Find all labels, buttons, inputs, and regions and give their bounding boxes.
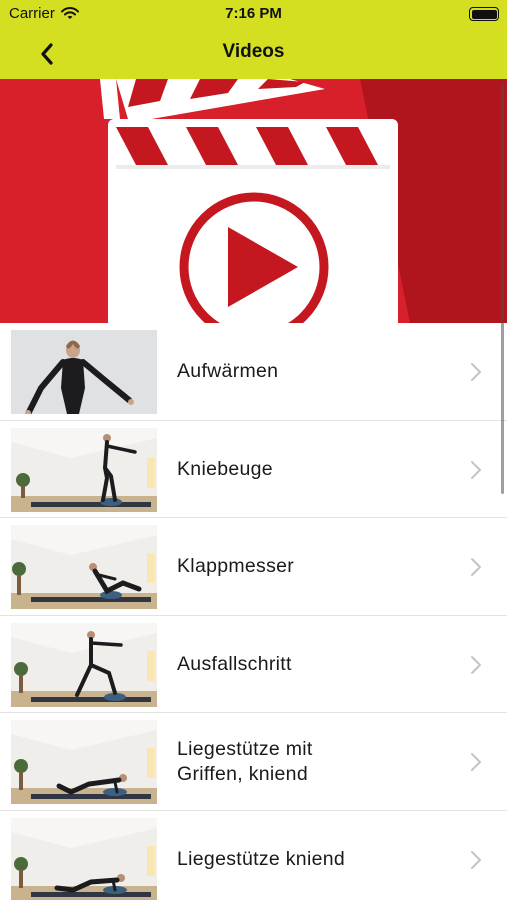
battery-icon: [469, 7, 499, 21]
status-bar: Carrier 7:16 PM: [0, 0, 507, 28]
hero-banner: [0, 79, 507, 323]
warm-up-thumbnail: [11, 330, 157, 414]
page-title: Videos: [222, 41, 285, 62]
status-time: 7:16 PM: [225, 5, 282, 22]
chevron-right-icon: [471, 850, 481, 869]
lunge-thumbnail: [11, 622, 157, 707]
chevron-right-icon: [471, 655, 481, 674]
chevron-right-icon: [471, 363, 481, 381]
list-item-label: Ausfallschritt: [177, 652, 292, 675]
video-list: Aufwärmen Kniebeuge Klappmesser Ausfalls…: [0, 323, 507, 900]
list-item[interactable]: Ausfallschritt: [0, 615, 507, 713]
list-item[interactable]: Aufwärmen: [0, 323, 507, 421]
nav-bar: Videos: [0, 28, 507, 79]
squat-thumbnail: [11, 427, 157, 512]
clapperboard-icon: [0, 79, 507, 323]
list-item[interactable]: Liegestütze mit Griffen, kniend: [0, 713, 507, 811]
pushup-grips-thumbnail: [11, 720, 157, 804]
top-bar: Carrier 7:16 PM Videos: [0, 0, 507, 79]
chevron-right-icon: [471, 460, 481, 479]
list-item-label: Liegestütze kniend: [177, 847, 346, 870]
jackknife-thumbnail: [11, 525, 157, 609]
chevron-right-icon: [471, 753, 481, 771]
list-item-label: Klappmesser: [177, 555, 295, 578]
list-item[interactable]: Klappmesser: [0, 518, 507, 616]
scrollbar[interactable]: [501, 84, 504, 494]
list-item-label: Kniebeuge: [177, 457, 273, 480]
chevron-right-icon: [471, 558, 481, 576]
battery-level: [471, 9, 497, 19]
list-item-label: Liegestütze mit Griffen, kniend: [177, 737, 313, 785]
list-item-label: Aufwärmen: [177, 360, 279, 383]
list-item[interactable]: Liegestütze kniend: [0, 810, 507, 900]
pushup-kneeling-thumbnail: [11, 817, 157, 900]
list-item[interactable]: Kniebeuge: [0, 420, 507, 518]
